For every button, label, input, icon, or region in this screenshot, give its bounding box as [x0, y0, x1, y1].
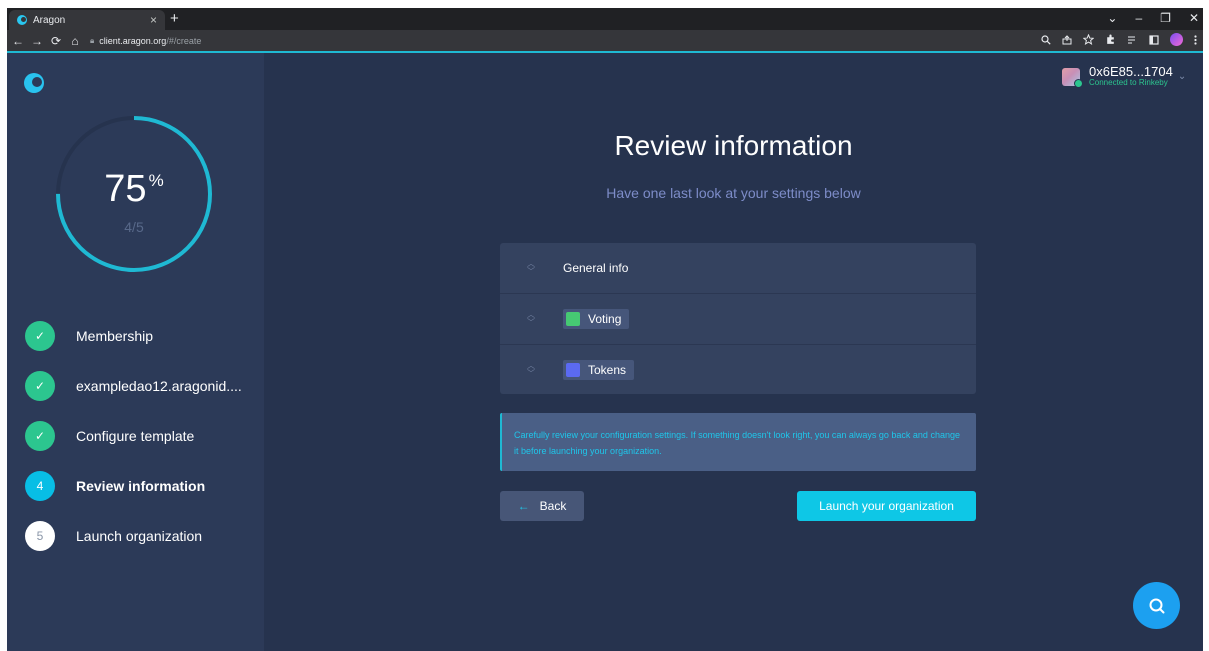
- identicon-avatar: [1062, 67, 1083, 88]
- progress-fraction: 4/5: [124, 219, 144, 235]
- expand-toggle-icon[interactable]: ︿ ﹀: [526, 310, 536, 327]
- menu-icon[interactable]: [1194, 34, 1197, 45]
- launch-organization-button[interactable]: Launch your organization: [797, 491, 976, 521]
- review-notice: Carefully review your configuration sett…: [500, 413, 976, 471]
- tab-close-icon[interactable]: ×: [150, 13, 157, 27]
- step-label: Launch organization: [76, 528, 203, 544]
- window-controls: ⌄ – ❐ ✕: [1107, 9, 1199, 27]
- extensions-icon[interactable]: [1105, 34, 1116, 45]
- accordion-voting[interactable]: ︿ ﹀ Voting: [500, 293, 976, 343]
- aragon-logo-icon[interactable]: [24, 73, 44, 93]
- browser-toolbar: ← → ⟳ ⌂ 🔒︎ client.aragon.org /#/create: [7, 30, 1203, 51]
- voting-chip: Voting: [563, 308, 630, 329]
- check-icon: ✓: [25, 421, 55, 451]
- step-number: 5: [25, 521, 55, 551]
- step-launch-organization[interactable]: 5 Launch organization: [25, 521, 255, 551]
- back-button[interactable]: ← Back: [500, 491, 584, 521]
- zoom-icon[interactable]: [1041, 34, 1051, 45]
- star-icon[interactable]: [1083, 34, 1094, 45]
- review-accordion: ︿ ﹀ General info ︿ ﹀ Voting ︿ ﹀ Tokens: [500, 243, 976, 394]
- new-tab-button[interactable]: +: [170, 10, 179, 28]
- help-button[interactable]: [1133, 582, 1180, 629]
- section-label: Tokens: [588, 362, 627, 377]
- voting-icon: [566, 311, 580, 326]
- accordion-general-info[interactable]: ︿ ﹀ General info: [500, 243, 976, 293]
- page-title: Review information: [614, 130, 853, 161]
- account-badge[interactable]: 0x6E85...1704 Connected to Rinkeby ⌄: [1062, 65, 1186, 88]
- progress-ring: 75% 4/5: [54, 114, 214, 274]
- tab-strip: Aragon × + ⌄ – ❐ ✕: [7, 8, 1203, 30]
- check-icon: ✓: [25, 321, 55, 351]
- account-info: 0x6E85...1704 Connected to Rinkeby: [1089, 65, 1173, 88]
- lock-icon[interactable]: 🔒︎: [90, 36, 94, 46]
- step-number: 4: [25, 471, 55, 501]
- account-address: 0x6E85...1704: [1089, 64, 1173, 79]
- network-status: Connected to Rinkeby: [1089, 78, 1168, 87]
- back-label: Back: [539, 499, 567, 513]
- tokens-chip: Tokens: [563, 359, 635, 380]
- minimize-icon[interactable]: –: [1135, 9, 1142, 27]
- url-path: /#/create: [166, 35, 202, 46]
- step-label: Configure template: [76, 428, 195, 444]
- back-icon[interactable]: ←: [10, 34, 26, 48]
- chevron-down-icon[interactable]: ⌄: [1178, 71, 1186, 82]
- progress-percent: 75%: [54, 168, 214, 211]
- url-host: client.aragon.org: [99, 35, 167, 46]
- expand-toggle-icon[interactable]: ︿ ﹀: [526, 361, 536, 378]
- progress-percent-sign: %: [148, 171, 164, 190]
- extensions-area: [1041, 33, 1197, 46]
- accordion-tokens[interactable]: ︿ ﹀ Tokens: [500, 344, 976, 394]
- section-label: Voting: [588, 311, 622, 326]
- arrow-left-icon: ←: [517, 499, 530, 513]
- browser-window: Aragon × + ⌄ – ❐ ✕ ← → ⟳ ⌂ 🔒︎ client.ara…: [7, 8, 1203, 651]
- profile-avatar[interactable]: [1170, 33, 1183, 46]
- step-claim-domain[interactable]: ✓ exampledao12.aragonid....: [25, 371, 255, 401]
- forward-icon[interactable]: →: [29, 34, 45, 48]
- home-icon[interactable]: ⌂: [67, 34, 83, 48]
- aragon-favicon-icon: [17, 15, 27, 25]
- check-icon: ✓: [25, 371, 55, 401]
- step-label: exampledao12.aragonid....: [76, 378, 242, 394]
- reload-icon[interactable]: ⟳: [48, 34, 64, 48]
- address-bar[interactable]: 🔒︎ client.aragon.org /#/create: [90, 33, 1050, 48]
- step-label: Review information: [76, 478, 206, 494]
- tab-search-icon[interactable]: ⌄: [1107, 9, 1117, 27]
- expand-toggle-icon[interactable]: ︿ ﹀: [526, 260, 536, 276]
- restore-icon[interactable]: ❐: [1160, 9, 1171, 27]
- progress-percent-value: 75: [104, 168, 147, 210]
- tab-title: Aragon: [33, 14, 66, 26]
- section-label: General info: [563, 261, 629, 275]
- step-membership[interactable]: ✓ Membership: [25, 321, 255, 351]
- aragon-app: 75% 4/5 ✓ Membership ✓ exampledao12.arag…: [7, 51, 1203, 651]
- help-search-icon: [1149, 598, 1164, 613]
- close-window-icon[interactable]: ✕: [1189, 9, 1199, 27]
- onboarding-sidebar: 75% 4/5 ✓ Membership ✓ exampledao12.arag…: [7, 53, 264, 651]
- reading-list-icon[interactable]: [1127, 35, 1138, 45]
- step-configure-template[interactable]: ✓ Configure template: [25, 421, 255, 451]
- share-icon[interactable]: [1062, 34, 1072, 45]
- browser-tab[interactable]: Aragon ×: [9, 10, 165, 30]
- page-subtitle: Have one last look at your settings belo…: [606, 185, 861, 201]
- sidebar-icon[interactable]: [1149, 34, 1159, 45]
- step-label: Membership: [76, 328, 154, 344]
- tokens-icon: [566, 362, 580, 377]
- step-review-information[interactable]: 4 Review information: [25, 471, 255, 501]
